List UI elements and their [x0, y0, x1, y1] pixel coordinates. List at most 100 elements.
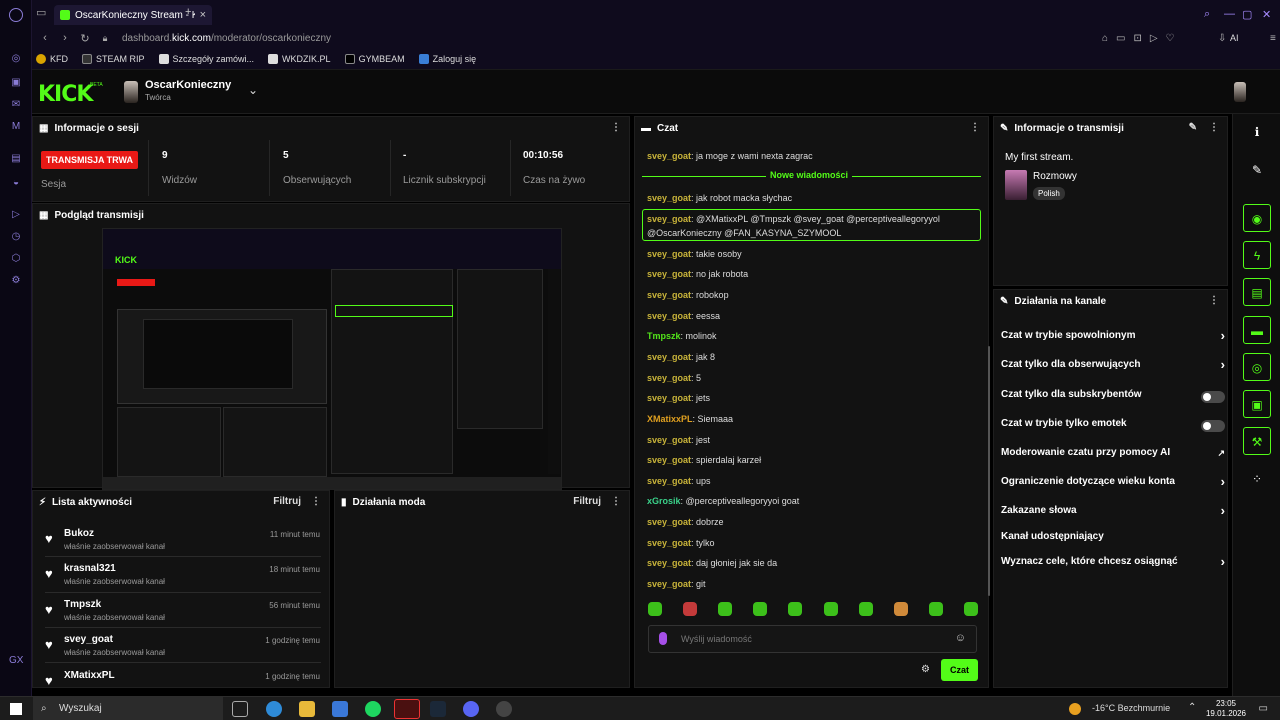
edge-icon[interactable]	[266, 701, 282, 717]
weather-text[interactable]: -16°C Bezchmurnie	[1092, 703, 1170, 713]
bookmark[interactable]: Szczegóły zamówi...	[158, 53, 254, 64]
opera-gx-taskbar-icon[interactable]	[394, 699, 420, 719]
notification-icon[interactable]: ▭	[1259, 703, 1268, 714]
category-name[interactable]: Rozmowy	[1033, 171, 1077, 182]
emote-icon[interactable]	[718, 602, 733, 616]
menu-icon[interactable]: ≡	[1270, 33, 1276, 44]
emote-icon[interactable]	[963, 602, 978, 616]
action-ai-moderation[interactable]: Moderowanie czatu przy pomocy AI ↗	[1001, 447, 1225, 465]
explorer-icon[interactable]	[299, 701, 315, 717]
filter-button[interactable]: Filtruj	[273, 496, 301, 507]
document-icon[interactable]: ▤	[1243, 278, 1271, 306]
more-icon[interactable]: ⋮	[611, 122, 621, 133]
task-view-icon[interactable]	[232, 701, 248, 717]
forward-icon[interactable]: ›	[58, 32, 72, 44]
camera-icon[interactable]: ◉	[1243, 204, 1271, 232]
action-banned-words[interactable]: Zakazane słowa ›	[1001, 503, 1225, 523]
apps-icon[interactable]: ⁘	[1243, 465, 1271, 493]
action-emote-only[interactable]: Czat w trybie tylko emotek	[1001, 418, 1225, 436]
player-icon[interactable]: ▷	[9, 208, 23, 222]
emote-icon[interactable]	[858, 602, 873, 616]
stream-manager-icon[interactable]: ▣	[1243, 390, 1271, 418]
wrench-icon[interactable]: ⚒	[1243, 427, 1271, 455]
pencil-icon[interactable]: ✎	[1243, 156, 1271, 184]
more-icon[interactable]: ⋮	[611, 496, 621, 507]
chevron-up-icon[interactable]: ⌃	[1188, 702, 1196, 713]
more-icon[interactable]: ⋮	[970, 122, 980, 133]
broadcast-icon[interactable]: ◎	[1243, 353, 1271, 381]
more-icon[interactable]: ⋮	[1209, 295, 1219, 306]
emote-icon[interactable]	[893, 602, 908, 616]
more-icon[interactable]: ⋮	[1209, 122, 1219, 133]
twitch-icon[interactable]: ▤	[9, 152, 23, 166]
maximize-icon[interactable]: ▢	[1242, 8, 1252, 21]
instagram-icon[interactable]: ▣	[9, 76, 23, 90]
new-tab-button[interactable]: +	[185, 6, 191, 18]
action-followers-only[interactable]: Czat tylko dla obserwujących ›	[1001, 357, 1225, 377]
kick-logo[interactable]: KICK	[38, 82, 93, 107]
windows-start-icon[interactable]	[10, 703, 22, 715]
emote-icon[interactable]	[753, 602, 768, 616]
download-icon[interactable]: ⇩	[1218, 33, 1226, 44]
emote-icon[interactable]	[928, 602, 943, 616]
close-window-icon[interactable]: ✕	[1262, 8, 1271, 21]
info-icon[interactable]: ℹ︎	[1243, 118, 1271, 146]
bookmark[interactable]: STEAM RIP	[82, 53, 145, 64]
bookmark[interactable]: Zaloguj się	[418, 53, 476, 64]
action-subs-only[interactable]: Czat tylko dla subskrybentów	[1001, 389, 1225, 407]
chat-input[interactable]: Wyślij wiadomość ☺	[648, 625, 977, 653]
close-tab-icon[interactable]: ×	[200, 9, 206, 21]
edit-icon[interactable]: ✎	[1189, 122, 1197, 133]
action-account-age[interactable]: Ograniczenie dotyczące wieku konta ›	[1001, 474, 1225, 494]
emote-icon[interactable]	[683, 602, 698, 616]
filter-button[interactable]: Filtruj	[573, 496, 601, 507]
search-tabs-icon[interactable]: ⌕	[1204, 8, 1210, 21]
steam-icon[interactable]	[430, 701, 446, 717]
ai-button[interactable]: AI	[1230, 33, 1239, 43]
emote-icon[interactable]	[823, 602, 838, 616]
discord-icon[interactable]: ◒	[9, 176, 23, 190]
history-icon[interactable]: ◷	[9, 230, 23, 244]
reload-icon[interactable]: ↻	[78, 32, 92, 45]
chat-settings-icon[interactable]: ⚙	[921, 664, 930, 675]
emoji-icon[interactable]: ☺	[955, 632, 966, 644]
gx-icon[interactable]: GX	[9, 654, 23, 668]
channel-switcher[interactable]: OscarKonieczny Twórca	[145, 79, 231, 102]
bookmark[interactable]: GYMBEAM	[344, 53, 405, 64]
microphone-icon[interactable]	[659, 632, 667, 645]
mail-icon[interactable]: M	[9, 120, 23, 134]
spotify-icon[interactable]	[365, 701, 381, 717]
app-icon[interactable]	[332, 701, 348, 717]
emote-icon[interactable]	[788, 602, 803, 616]
clock[interactable]: 23:05 19.01.2026	[1206, 699, 1246, 719]
action-slow-mode[interactable]: Czat w trybie spowolnionym ›	[1001, 328, 1225, 348]
minimize-icon[interactable]: —	[1224, 8, 1235, 20]
user-avatar[interactable]	[1234, 82, 1246, 102]
lightning-icon[interactable]: ϟ	[1243, 241, 1271, 269]
chat-bubble-icon[interactable]: ▬	[1243, 316, 1271, 344]
action-sharing-channel[interactable]: Kanał udostępniający	[1001, 531, 1225, 549]
discord-taskbar-icon[interactable]	[463, 701, 479, 717]
toggle-switch[interactable]	[1201, 420, 1225, 432]
settings-icon[interactable]: ⚙	[9, 274, 23, 288]
tabs-menu-icon[interactable]: ▭	[36, 6, 46, 19]
action-goals[interactable]: Wyznacz cele, które chcesz osiągnąć ›	[1001, 554, 1225, 574]
bookmark[interactable]: KFD	[36, 53, 68, 64]
emote-icon[interactable]	[648, 602, 662, 616]
obs-icon[interactable]	[496, 701, 512, 717]
send-chat-button[interactable]: Czat	[941, 659, 978, 681]
whatsapp-icon[interactable]: ✉	[9, 98, 23, 112]
chat-scrollbar[interactable]	[988, 346, 990, 596]
taskbar-search[interactable]: ⌕ Wyszukaj	[33, 697, 223, 720]
back-icon[interactable]: ‹	[38, 32, 52, 44]
bookmark[interactable]: WKDZIK.PL	[268, 53, 331, 64]
extensions-icon[interactable]: ⬡	[9, 252, 23, 266]
address-actions[interactable]: ⌂▭⊡▷♡	[1102, 33, 1183, 44]
more-icon[interactable]: ⋮	[311, 496, 321, 507]
url-field[interactable]: dashboard.kick.com/moderator/oscarkoniec…	[122, 33, 331, 44]
opera-logo-icon[interactable]	[9, 8, 23, 22]
chevron-down-icon[interactable]: ⌄	[248, 83, 258, 97]
messenger-icon[interactable]: ◎	[9, 52, 23, 66]
toggle-switch[interactable]	[1201, 391, 1225, 403]
stream-preview[interactable]: KICK	[102, 228, 562, 490]
